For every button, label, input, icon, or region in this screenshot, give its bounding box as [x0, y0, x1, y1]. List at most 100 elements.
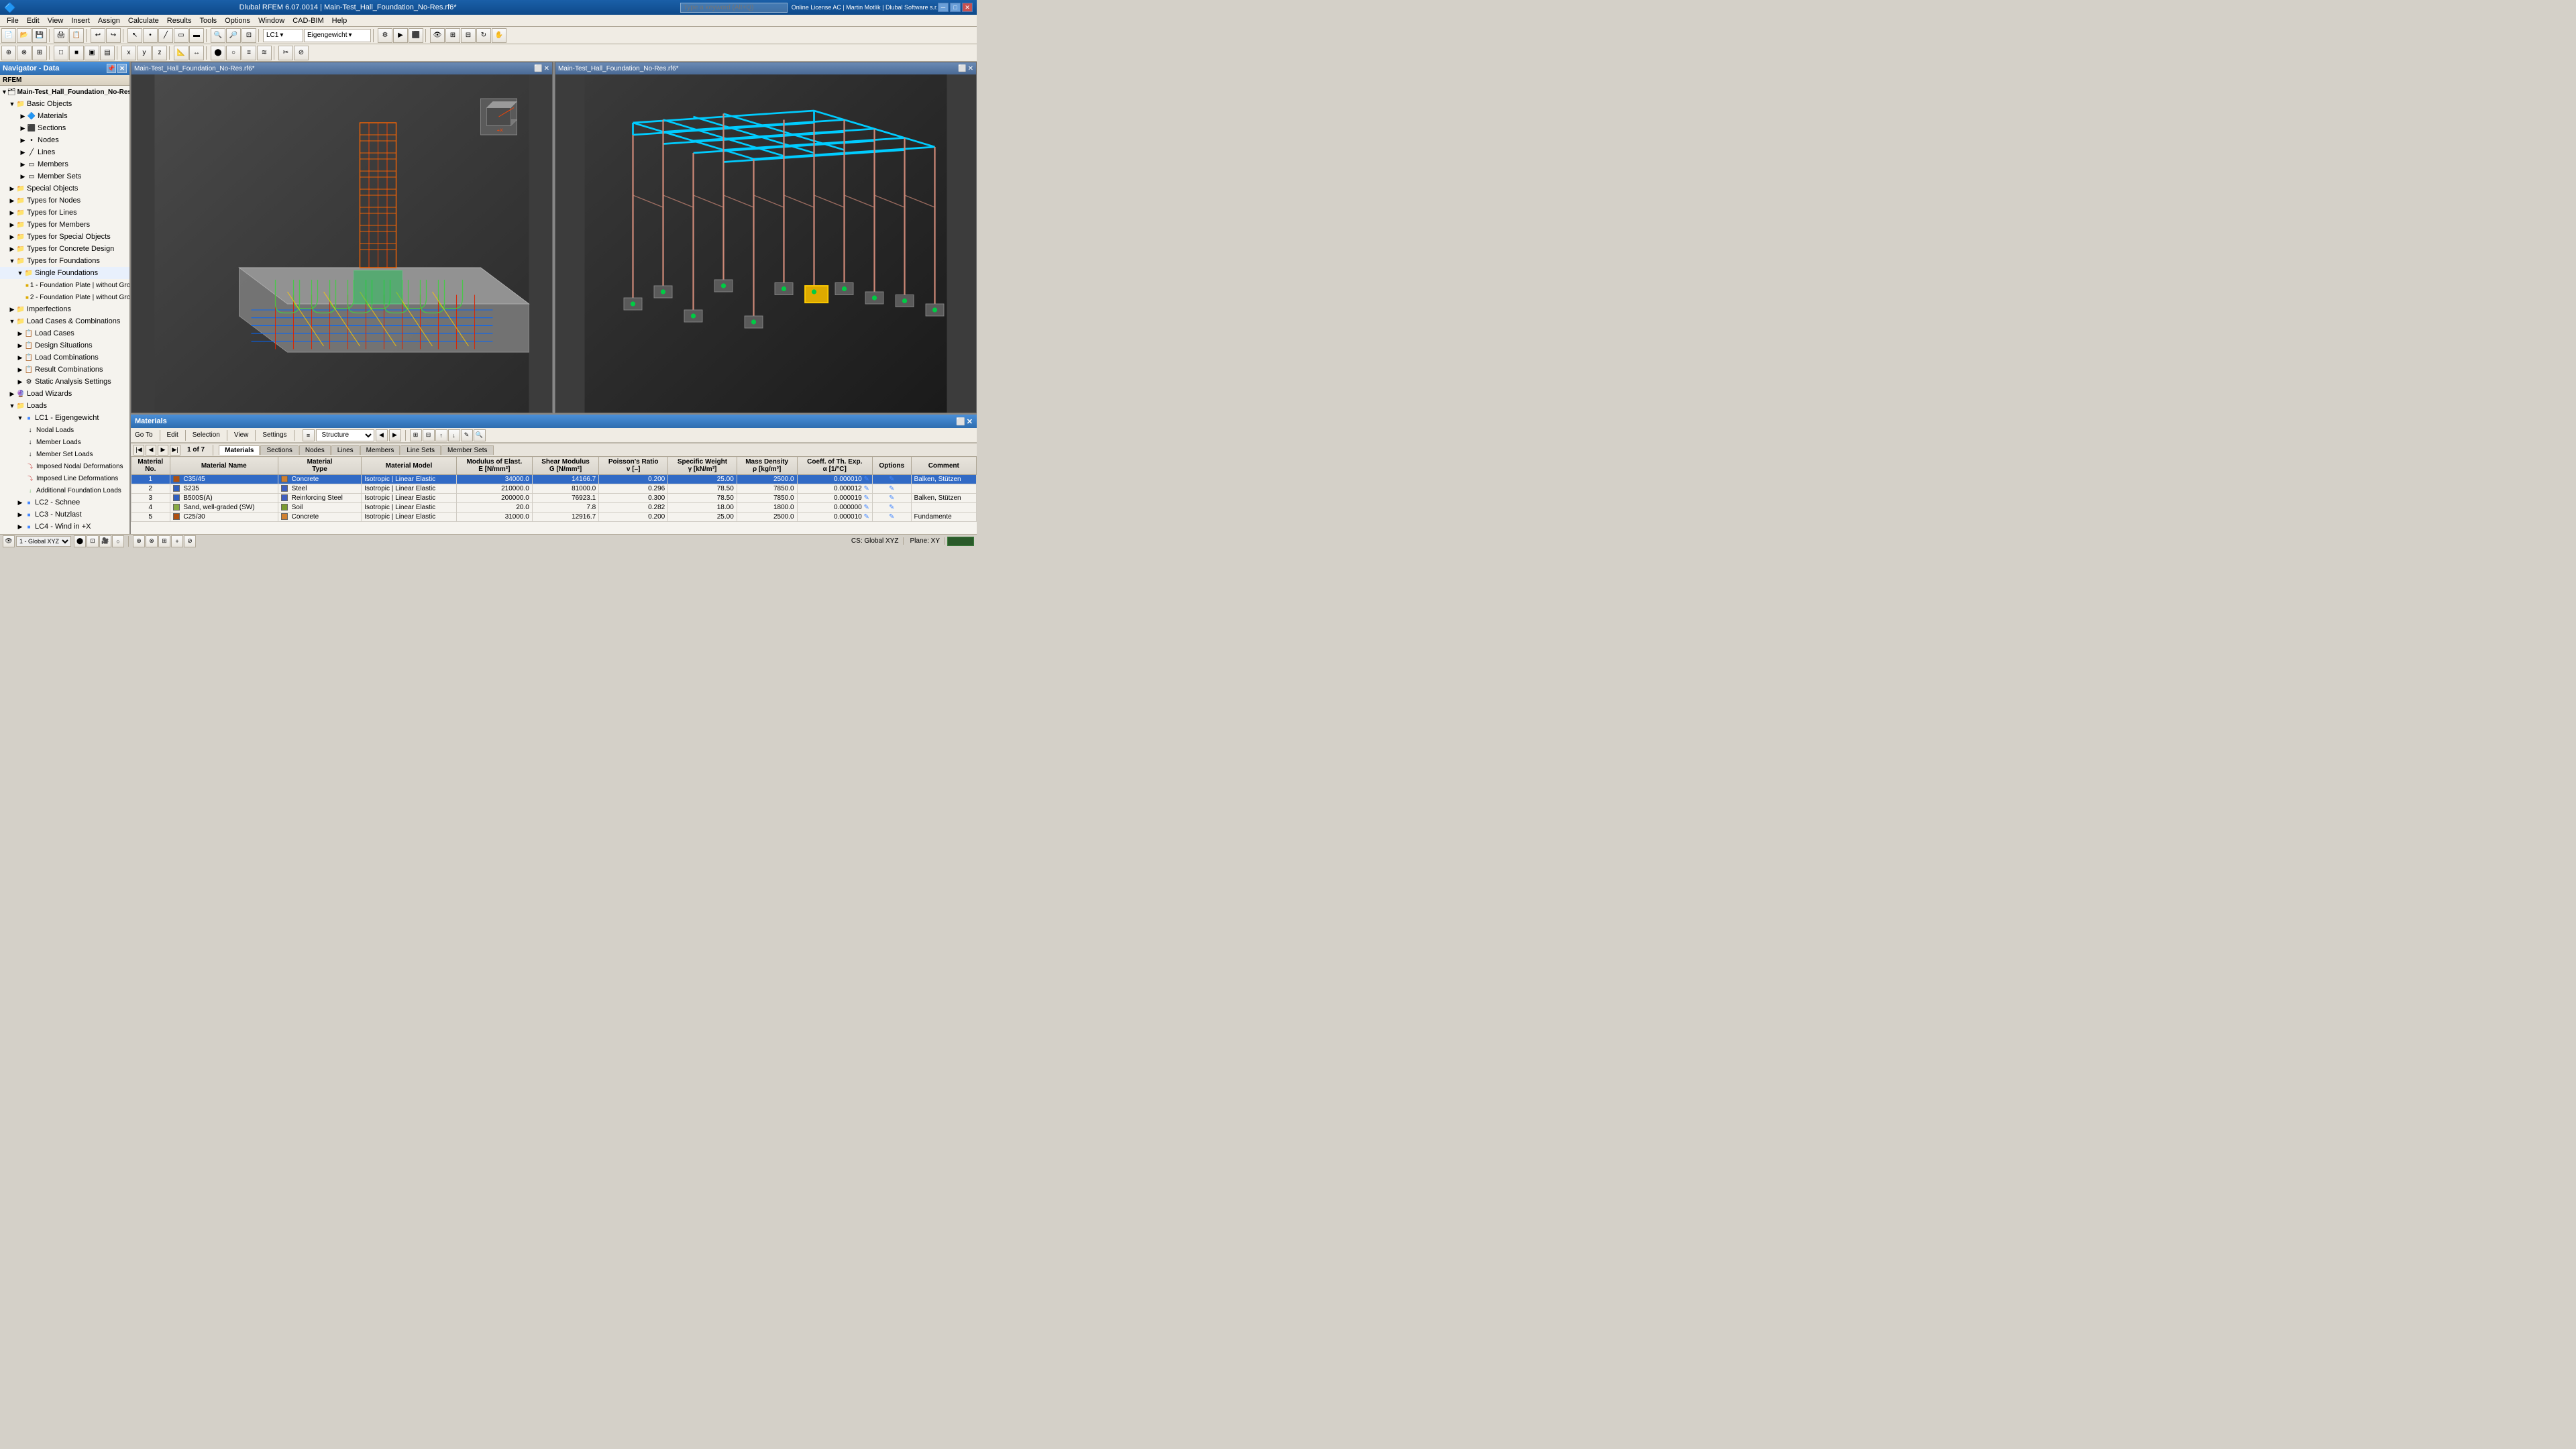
filter-prev[interactable]: ◀ — [376, 429, 388, 441]
tree-item-types-concrete[interactable]: ▶ 📁 Types for Concrete Design — [0, 243, 129, 255]
tb-result1[interactable]: ≡ — [241, 46, 256, 60]
tb-surface[interactable]: ▬ — [189, 28, 204, 43]
cell-options[interactable]: ✎ — [872, 494, 911, 503]
expand-members[interactable]: ▶ — [19, 161, 27, 168]
toolbar-edit[interactable]: Edit — [164, 431, 181, 439]
status-tb1[interactable]: ⬤ — [74, 535, 86, 547]
tb-node[interactable]: • — [143, 28, 158, 43]
tab-lines[interactable]: Lines — [331, 445, 360, 455]
tb-zoom-out[interactable]: 🔎 — [226, 28, 241, 43]
tree-item-imposed-nodal[interactable]: ⤵ Imposed Nodal Deformations — [0, 460, 129, 472]
table-row[interactable]: 1 C35/45 Concrete Isotropic | Linear Ela… — [131, 475, 977, 484]
expand-materials[interactable]: ▶ — [19, 113, 27, 120]
status-view-icon[interactable]: 👁 — [3, 535, 15, 547]
page-last[interactable]: ▶| — [170, 445, 180, 455]
tree-item-special[interactable]: ▶ 📁 Special Objects — [0, 182, 129, 195]
expand-load-combos[interactable]: ▼ — [8, 318, 16, 325]
tb-snap1[interactable]: ⊕ — [1, 46, 16, 60]
tree-item-member-set-loads[interactable]: ↓ Member Set Loads — [0, 448, 129, 460]
tb-display1[interactable]: □ — [54, 46, 68, 60]
tb-view2[interactable]: ⊞ — [445, 28, 460, 43]
menu-results[interactable]: Results — [163, 17, 196, 25]
tree-item-materials[interactable]: ▶ 🔷 Materials — [0, 110, 129, 122]
tree-item-basic-objects[interactable]: ▼ 📁 Basic Objects — [0, 98, 129, 110]
tb-undo[interactable]: ↩ — [91, 28, 105, 43]
status-tb3[interactable]: 🎥 — [99, 535, 111, 547]
tb-dimension[interactable]: ↔ — [189, 46, 204, 60]
expand-types-foundations[interactable]: ▼ — [8, 258, 16, 264]
tb-calc[interactable]: ⚙ — [378, 28, 392, 43]
table-tool-5[interactable]: ✎ — [461, 429, 473, 441]
lc-selector[interactable]: LC1 ▾ — [263, 29, 303, 42]
nav-close-button[interactable]: ✕ — [117, 64, 127, 73]
table-row[interactable]: 4 Sand, well-graded (SW) Soil Isotropic … — [131, 503, 977, 513]
tb-axis1[interactable]: x — [121, 46, 136, 60]
cell-options[interactable]: ✎ — [872, 475, 911, 484]
expand-lc1[interactable]: ▼ — [16, 415, 24, 421]
bottom-panel-close[interactable]: ✕ — [967, 417, 973, 426]
tree-item-result-combos[interactable]: ▶ 📋 Result Combinations — [0, 364, 129, 376]
tree-item-imperfections[interactable]: ▶ 📁 Imperfections — [0, 303, 129, 315]
edit-alpha-icon[interactable]: ✎ — [864, 476, 869, 483]
expand-design-sit[interactable]: ▶ — [16, 342, 24, 350]
table-tool-4[interactable]: ↓ — [448, 429, 460, 441]
tb-result2[interactable]: ≋ — [257, 46, 272, 60]
expand-load-combos-sub[interactable]: ▶ — [16, 354, 24, 362]
tree-item-lc1[interactable]: ▼ ■ LC1 - Eigengewicht — [0, 412, 129, 424]
toolbar-go-to[interactable]: Go To — [132, 431, 156, 439]
tb-print2[interactable]: 📋 — [69, 28, 84, 43]
tb-axis2[interactable]: y — [137, 46, 152, 60]
lc-label-selector[interactable]: Eigengewicht ▾ — [304, 29, 371, 42]
tree-item-nodal-loads[interactable]: ↓ Nodal Loads — [0, 424, 129, 436]
table-tool-6[interactable]: 🔍 — [474, 429, 486, 441]
expand-result-combos[interactable]: ▶ — [16, 366, 24, 374]
tree-item-lc5[interactable]: ▶ ■ LC5 - Wind in +Y — [0, 533, 129, 534]
tree-item-lc3[interactable]: ▶ ■ LC3 - Nutzlast — [0, 508, 129, 521]
menu-file[interactable]: File — [3, 17, 23, 25]
status-tb2[interactable]: ⊡ — [87, 535, 99, 547]
tree-item-lc2[interactable]: ▶ ■ LC2 - Schnee — [0, 496, 129, 508]
minimize-button[interactable]: ─ — [938, 3, 949, 12]
tree-item-additional-fnd[interactable]: ↓ Additional Foundation Loads — [0, 484, 129, 496]
expand-nodes[interactable]: ▶ — [19, 137, 27, 144]
tree-item-nodes[interactable]: ▶ • Nodes — [0, 134, 129, 146]
tb-cut2[interactable]: ⊘ — [294, 46, 309, 60]
tree-item-project[interactable]: ▼ 🗂 Main-Test_Hall_Foundation_No-Res.rf6… — [0, 86, 129, 98]
expand-types-members[interactable]: ▶ — [8, 221, 16, 229]
edit-alpha-icon[interactable]: ✎ — [864, 504, 869, 511]
tb-open[interactable]: 📂 — [17, 28, 32, 43]
tab-sections[interactable]: Sections — [260, 445, 298, 455]
tree-item-static-analysis[interactable]: ▶ ⚙ Static Analysis Settings — [0, 376, 129, 388]
table-row[interactable]: 2 S235 Steel Isotropic | Linear Elastic … — [131, 484, 977, 494]
tb-snap2[interactable]: ⊗ — [17, 46, 32, 60]
snap-tb5[interactable]: ⊘ — [184, 535, 196, 547]
expand-lc3[interactable]: ▶ — [16, 511, 24, 519]
tree-item-loads[interactable]: ▼ 📁 Loads — [0, 400, 129, 412]
status-tb4[interactable]: ○ — [112, 535, 124, 547]
tree-item-imposed-line[interactable]: ⤵ Imposed Line Deformations — [0, 472, 129, 484]
toolbar-selection[interactable]: Selection — [190, 431, 223, 439]
right-viewport-content[interactable] — [555, 74, 976, 413]
tb-fit[interactable]: ⊡ — [241, 28, 256, 43]
tree-item-lines[interactable]: ▶ ╱ Lines — [0, 146, 129, 158]
left-viewport[interactable]: Main-Test_Hall_Foundation_No-Res.rf6* ⬜ … — [131, 62, 553, 413]
menu-edit[interactable]: Edit — [23, 17, 44, 25]
tb-loads-off[interactable]: ○ — [226, 46, 241, 60]
view-selector[interactable]: 1 - Global XYZ — [16, 536, 71, 547]
expand-imperfections[interactable]: ▶ — [8, 306, 16, 313]
cell-options[interactable]: ✎ — [872, 484, 911, 494]
expand-single-fnd[interactable]: ▼ — [16, 270, 24, 276]
tb-snap3[interactable]: ⊞ — [32, 46, 47, 60]
snap-tb1[interactable]: ⊕ — [133, 535, 145, 547]
tree-item-load-cases-combos[interactable]: ▼ 📁 Load Cases & Combinations — [0, 315, 129, 327]
filter-next[interactable]: ▶ — [389, 429, 401, 441]
tree-item-load-combos-sub[interactable]: ▶ 📋 Load Combinations — [0, 352, 129, 364]
tree-item-member-sets[interactable]: ▶ ▭ Member Sets — [0, 170, 129, 182]
tab-materials[interactable]: Materials — [219, 445, 260, 455]
expand-sections[interactable]: ▶ — [19, 125, 27, 132]
tb-print[interactable]: 🖨 — [54, 28, 68, 43]
tree-item-member-loads[interactable]: ↓ Member Loads — [0, 436, 129, 448]
cell-options[interactable]: ✎ — [872, 513, 911, 522]
expand-project[interactable]: ▼ — [1, 89, 7, 95]
expand-member-sets[interactable]: ▶ — [19, 173, 27, 180]
